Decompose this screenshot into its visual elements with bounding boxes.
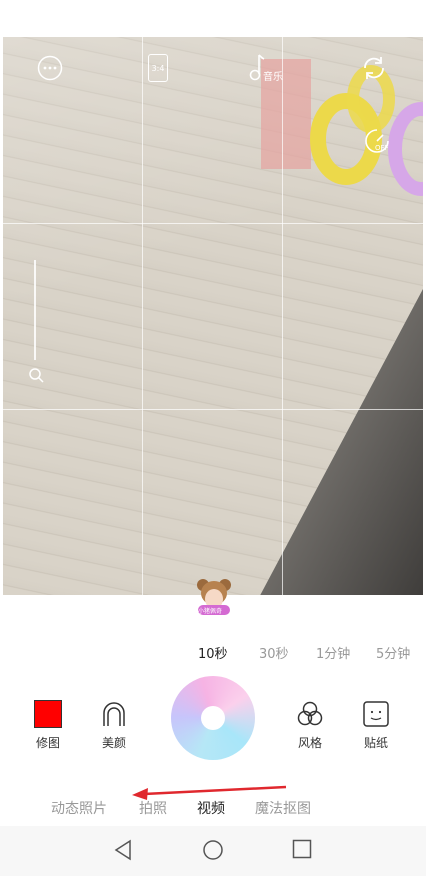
style-tool-button[interactable]: 风格 [285,700,335,751]
background-letters-image [261,59,423,196]
tab-live-photo[interactable]: 动态照片 [51,798,107,818]
stickers-tool-button[interactable]: 贴纸 [351,700,401,751]
face-outline-icon [103,702,125,726]
music-label: 音乐 [263,72,283,83]
beauty-tool-label: 美颜 [101,736,126,750]
camera-viewfinder[interactable] [3,37,423,595]
duration-option-10s[interactable]: 10秒 [198,643,228,662]
duration-option-5min[interactable]: 5分钟 [376,643,410,662]
camera-flip-icon [364,57,384,79]
zoom-slider[interactable] [34,260,36,360]
grid-line [3,223,423,224]
stickers-tool-label: 贴纸 [363,736,388,750]
duration-option-1min[interactable]: 1分钟 [316,643,350,662]
aspect-ratio-label: 3:4 [151,63,165,73]
aspect-ratio-button[interactable]: 3:4 [146,53,170,83]
edit-tool-label: 修图 [35,736,60,750]
edit-tool-button[interactable]: 修图 [23,700,73,751]
more-options-button[interactable] [36,54,64,82]
beauty-tool-button[interactable]: 美颜 [89,700,139,751]
recents-square-icon[interactable] [292,839,312,859]
grid-line [3,409,423,410]
record-shutter-button[interactable] [171,676,255,760]
aspect-ratio-frame-icon: 3:4 [148,54,168,82]
timer-off-label: OFF [375,144,389,152]
flip-camera-button[interactable] [360,54,388,82]
grid-line [282,37,283,595]
duration-option-30s[interactable]: 30秒 [259,643,289,662]
system-navigation-bar [0,826,426,876]
timer-button[interactable]: OFF [362,126,392,156]
grid-line [142,37,143,595]
more-dots-icon [37,55,63,81]
sticker-label: 小猪佩奇 [198,608,223,615]
home-circle-icon[interactable] [202,839,224,861]
annotation-arrow-icon [132,785,287,800]
duration-selector: 10秒 30秒 1分钟 5分钟 [0,643,426,663]
edit-color-swatch-icon [34,700,62,728]
back-triangle-icon[interactable] [113,839,133,861]
effect-sticker-thumbnail[interactable]: 小猪佩奇 [194,577,234,617]
zoom-magnifier-icon [29,368,44,383]
filter-circles-icon [297,701,323,726]
sticker-face-icon [363,701,389,727]
style-tool-label: 风格 [297,736,322,750]
background-phone-edge [233,274,423,595]
